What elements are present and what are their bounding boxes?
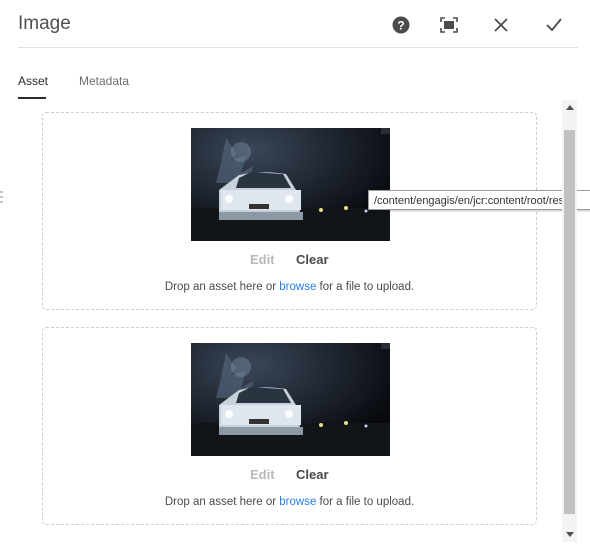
done-button[interactable] [543, 14, 565, 36]
car-image [191, 343, 390, 456]
scroll-down-button[interactable] [562, 529, 577, 541]
asset-thumbnail[interactable] [191, 343, 390, 456]
arrow-down-icon [565, 532, 574, 537]
edit-button[interactable]: Edit [250, 252, 275, 267]
dialog-title: Image [18, 13, 71, 34]
drop-hint-suffix: for a file to upload. [319, 496, 415, 508]
asset-dropzone[interactable]: Edit Clear Drop an asset here or browse … [42, 112, 537, 310]
drop-hint: Drop an asset here or browse for a file … [43, 496, 536, 508]
browse-link[interactable]: browse [279, 496, 316, 508]
scroll-up-button[interactable] [562, 101, 577, 113]
edit-button[interactable]: Edit [250, 467, 275, 482]
browse-link[interactable]: browse [279, 281, 316, 293]
svg-text:?: ? [397, 19, 404, 33]
asset-thumbnail[interactable] [191, 128, 390, 241]
asset-dropzone[interactable]: Edit Clear Drop an asset here or browse … [42, 327, 537, 525]
edge-mark [0, 190, 4, 204]
checkmark-icon [546, 18, 562, 32]
drop-hint-prefix: Drop an asset here or [164, 496, 277, 508]
arrow-up-icon [565, 105, 574, 110]
path-tooltip: /content/engagis/en/jcr:content/root/res [368, 190, 590, 210]
drop-hint-prefix: Drop an asset here or [164, 281, 277, 293]
asset-actions: Edit Clear [43, 252, 536, 270]
drop-hint: Drop an asset here or browse for a file … [43, 281, 536, 293]
help-button[interactable]: ? [390, 14, 412, 36]
close-button[interactable] [490, 14, 512, 36]
tab-asset[interactable]: Asset [18, 74, 48, 88]
close-icon [494, 18, 508, 32]
drop-hint-suffix: for a file to upload. [319, 281, 415, 293]
tab-metadata[interactable]: Metadata [79, 74, 129, 88]
fullscreen-button[interactable] [438, 14, 460, 36]
asset-actions: Edit Clear [43, 467, 536, 485]
fullscreen-icon [440, 17, 458, 33]
dialog-header: Image ? [0, 0, 590, 48]
header-divider [18, 47, 578, 48]
active-tab-indicator [18, 97, 46, 99]
help-icon: ? [392, 16, 410, 34]
car-image [191, 128, 390, 241]
clear-button[interactable]: Clear [296, 252, 329, 267]
scrollbar-thumb[interactable] [564, 130, 575, 514]
clear-button[interactable]: Clear [296, 467, 329, 482]
